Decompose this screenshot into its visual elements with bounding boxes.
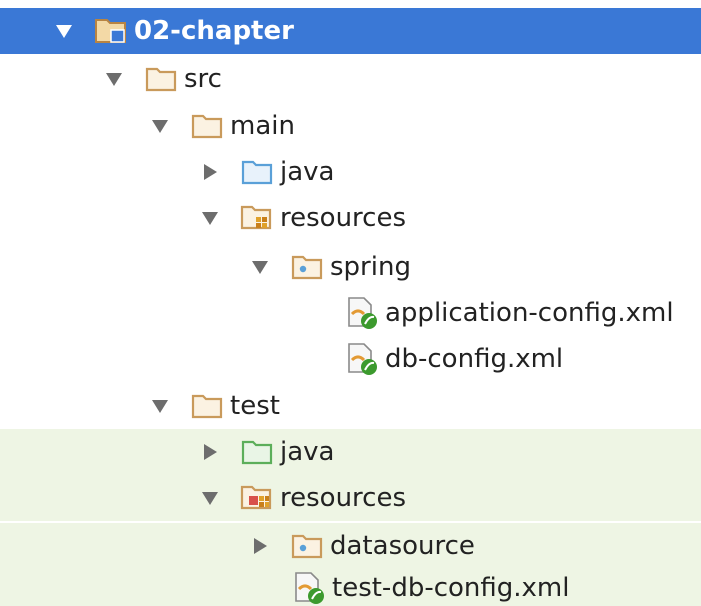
tree-label: db-config.xml [385,344,564,374]
tree-label: spring [330,252,411,282]
tree-row-main-resources[interactable]: resources [0,195,701,241]
tree-label: datasource [330,531,475,561]
project-tree: 02-chapter src main java resources sprin… [0,0,701,606]
spring-xml-file-icon [345,343,379,375]
tree-row-main[interactable]: main [0,103,701,149]
tree-row-datasource[interactable]: datasource [0,523,701,569]
tree-label: test [230,391,280,421]
triangle-down-icon[interactable] [52,19,76,43]
tree-label: application-config.xml [385,298,674,328]
tree-label: src [184,64,222,94]
triangle-right-icon[interactable] [248,534,272,558]
test-source-folder-icon [240,437,274,467]
package-folder-icon [290,252,324,282]
test-resources-folder-icon [240,483,274,513]
folder-icon [190,391,224,421]
tree-row-test-resources[interactable]: resources [0,475,701,521]
triangle-down-icon[interactable] [198,206,222,230]
source-folder-icon [240,157,274,187]
tree-label: test-db-config.xml [332,572,570,603]
tree-label: java [280,437,335,467]
tree-label: java [280,157,335,187]
tree-row-test-java[interactable]: java [0,429,701,475]
tree-label: resources [280,483,407,513]
folder-icon [190,111,224,141]
spring-xml-file-icon [292,571,326,604]
triangle-right-icon[interactable] [198,440,222,464]
module-folder-icon [94,16,128,46]
tree-label: resources [280,203,407,233]
triangle-down-icon[interactable] [102,67,126,91]
tree-row-test[interactable]: test [0,383,701,429]
tree-row-db-config-xml[interactable]: db-config.xml [0,336,701,382]
tree-row-02-chapter[interactable]: 02-chapter [0,8,701,54]
tree-label: 02-chapter [134,16,294,46]
package-folder-icon [290,531,324,561]
triangle-down-icon[interactable] [148,114,172,138]
tree-row-src[interactable]: src [0,56,701,102]
folder-icon [144,64,178,94]
triangle-down-icon[interactable] [198,486,222,510]
tree-row-spring[interactable]: spring [0,244,701,290]
resources-folder-icon [240,203,274,233]
triangle-down-icon[interactable] [148,394,172,418]
tree-label: main [230,111,295,141]
tree-row-application-config-xml[interactable]: application-config.xml [0,290,701,336]
triangle-down-icon[interactable] [248,255,272,279]
tree-row-test-db-config-xml[interactable]: test-db-config.xml [0,569,701,606]
spring-xml-file-icon [345,297,379,329]
tree-row-main-java[interactable]: java [0,149,701,195]
triangle-right-icon[interactable] [198,160,222,184]
